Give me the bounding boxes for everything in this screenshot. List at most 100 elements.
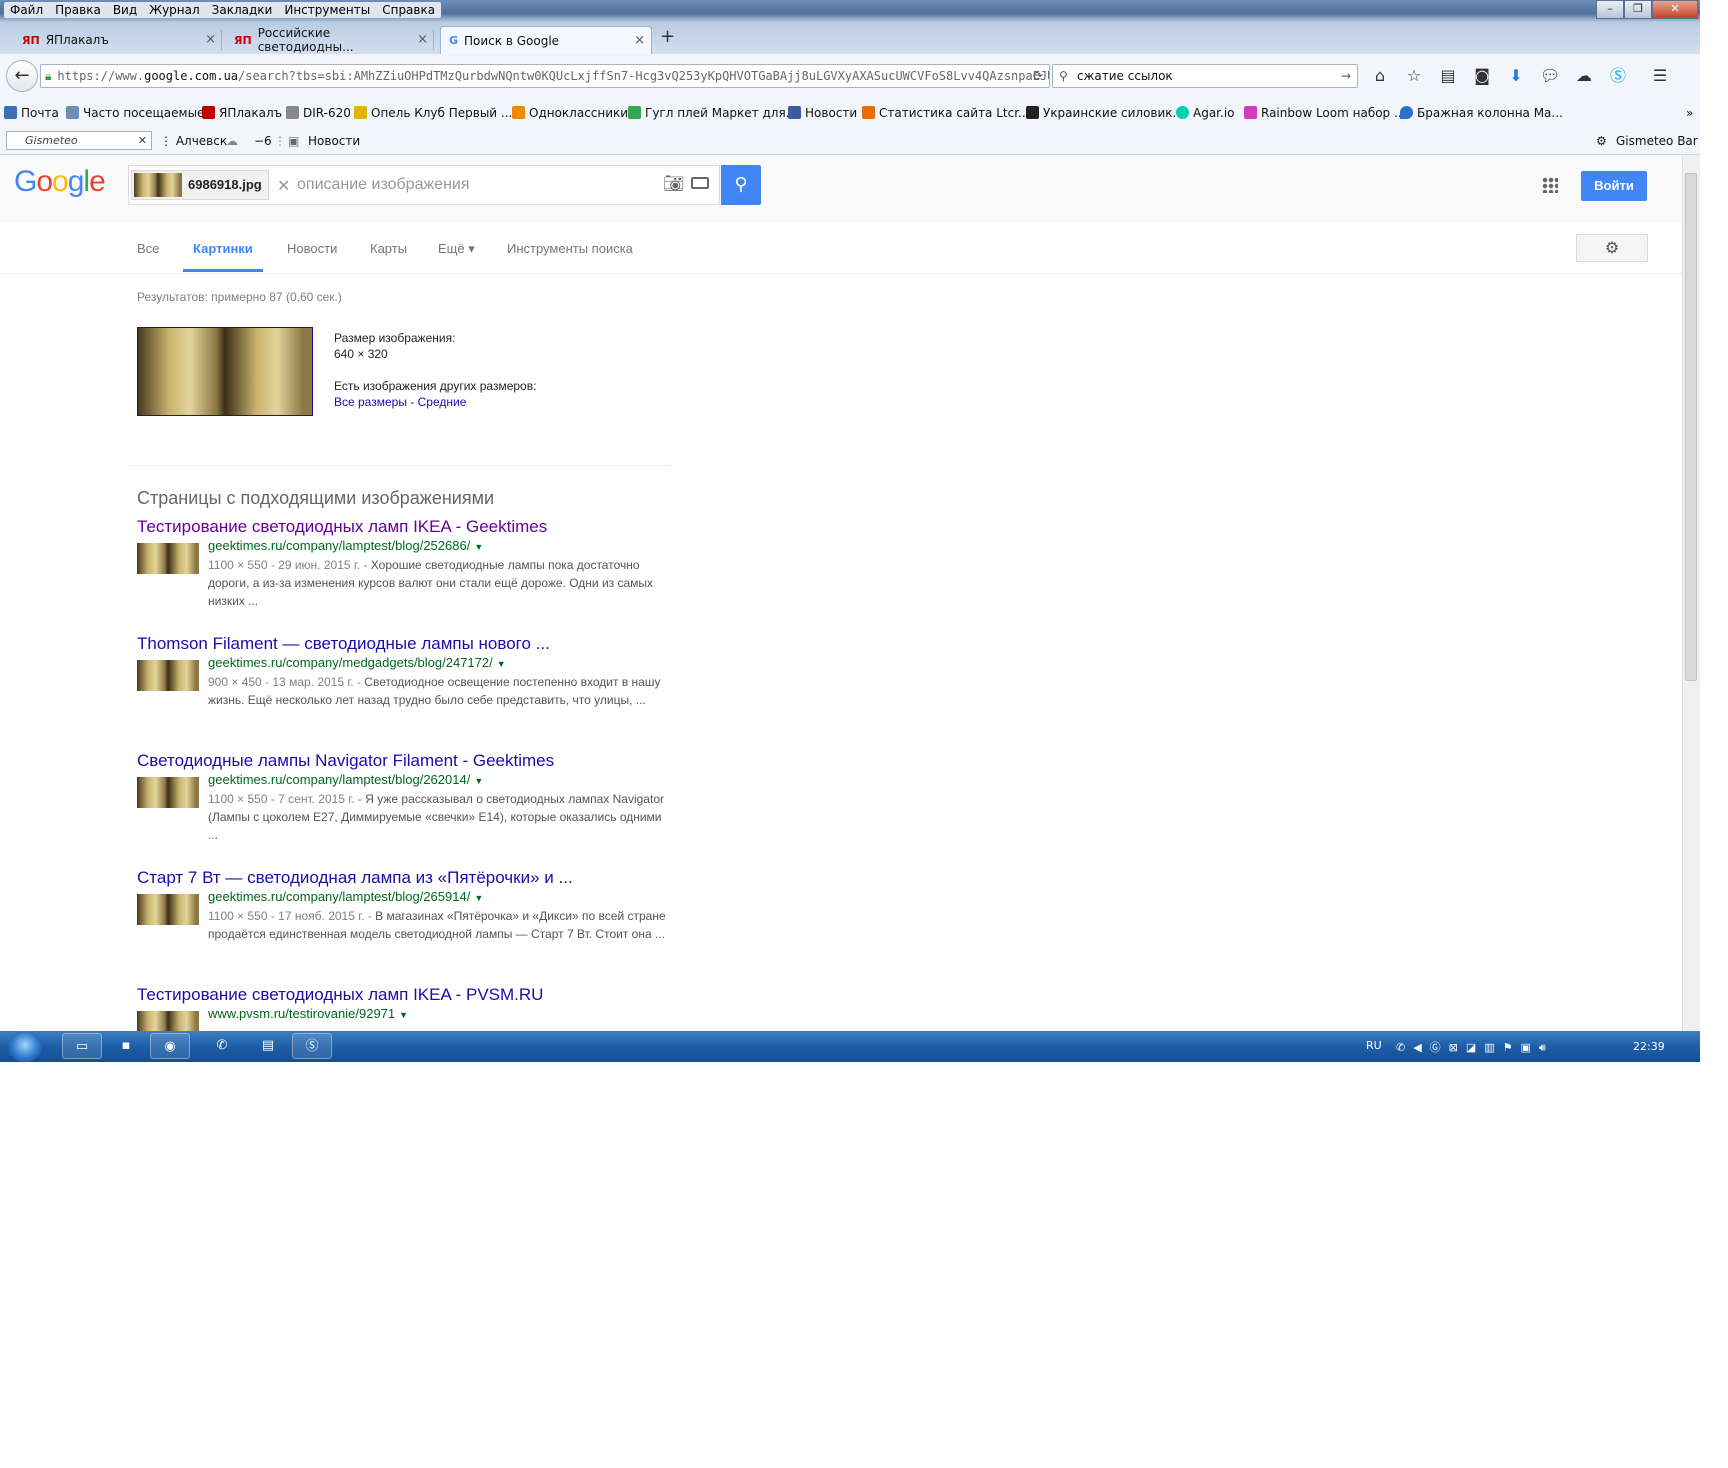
close-tab-icon[interactable]: × [205,32,216,47]
uploaded-image-chip[interactable]: 6986918.jpg [131,170,269,200]
menu-bookmarks[interactable]: Закладки [206,2,279,18]
firefox-icon[interactable]: ◉ [150,1033,190,1059]
search-button[interactable]: ⚲ [721,165,761,205]
clock[interactable]: 22:39 [1633,1040,1665,1053]
dropdown-arrow-icon[interactable]: ▼ [474,893,483,903]
home-icon[interactable]: ⌂ [1370,66,1390,86]
bookmark-item[interactable]: Статистика сайта Ltcr... [862,106,1030,120]
close-tab-icon[interactable]: × [417,32,428,47]
search-go-icon[interactable]: → [1341,65,1351,87]
gismeteo-bar-label[interactable]: Gismeteo Bar [1616,134,1698,148]
gear-icon[interactable]: ⚙ [1596,134,1607,148]
cloud-icon[interactable]: ☁ [1574,66,1594,86]
bookmark-item[interactable]: Бражная колонна Ма... [1400,106,1563,120]
result-title[interactable]: Светодиодные лампы Navigator Filament - … [137,751,697,771]
apps-grid-icon[interactable] [1542,177,1558,193]
result-title[interactable]: Старт 7 Вт — светодиодная лампа из «Пятё… [137,868,697,888]
minimize-button[interactable]: – [1596,0,1624,19]
image-search-box[interactable]: 6986918.jpg ✕ описание изображения 📷︎ [128,165,720,205]
result-title[interactable]: Thomson Filament — светодиодные лампы но… [137,634,697,654]
gismeteo-field[interactable]: Gismeteo ✕ [6,131,152,150]
camera-icon[interactable]: 📷︎ [663,174,685,194]
bookmark-item[interactable]: Гугл плей Маркет для... [628,106,797,120]
gismeteo-news[interactable]: Новости [308,134,360,148]
skype-icon[interactable]: Ⓢ [1608,66,1628,86]
menu-tools[interactable]: Инструменты [278,2,376,18]
reading-list-icon[interactable]: ▤ [1438,66,1458,86]
tab-yaplakal[interactable]: ЯП ЯПлакалъ × [14,26,222,54]
viber-icon[interactable]: ✆ [202,1033,242,1059]
close-window-button[interactable]: ✕ [1652,0,1698,19]
notepad-icon[interactable]: ▤ [248,1033,288,1059]
query-image[interactable] [137,327,313,416]
bookmark-item[interactable]: Rainbow Loom набор ... [1244,106,1405,120]
chat-icon[interactable]: 💬︎ [1540,66,1560,86]
result-url-text[interactable]: geektimes.ru/company/medgadgets/blog/247… [208,655,493,670]
bookmark-item[interactable]: Украинские силовик... [1026,106,1184,120]
browser-search-input[interactable]: ⚲ сжатие ссылок → [1052,64,1358,88]
bookmark-star-icon[interactable]: ☆ [1404,66,1424,86]
close-tab-icon[interactable]: × [634,33,645,48]
scrollbar-thumb[interactable] [1685,173,1697,681]
result-url-text[interactable]: geektimes.ru/company/lamptest/blog/25268… [208,538,470,553]
dropdown-arrow-icon[interactable]: ▼ [399,1010,408,1020]
pocket-icon[interactable]: ◙ [1472,66,1492,86]
weather-city[interactable]: ⋮ Алчевск [160,134,227,148]
menu-view[interactable]: Вид [107,2,143,18]
result-url-text[interactable]: geektimes.ru/company/lamptest/blog/26201… [208,772,470,787]
tab-all[interactable]: Все [137,241,159,256]
medium-sizes-link[interactable]: Средние [418,395,467,409]
result-thumbnail[interactable] [137,894,199,925]
tab-images[interactable]: Картинки [193,241,253,256]
result-url-text[interactable]: www.pvsm.ru/testirovanie/92971 [208,1006,395,1021]
address-bar[interactable]: 🔒︎ https://www.google.com.ua/search?tbs=s… [40,64,1050,88]
bookmarks-overflow-icon[interactable]: » [1686,106,1693,120]
dropdown-arrow-icon[interactable]: ▼ [497,659,506,669]
search-placeholder[interactable]: описание изображения [297,176,470,194]
tab-maps[interactable]: Карты [370,241,407,256]
tab-search-tools[interactable]: Инструменты поиска [507,241,633,256]
close-icon[interactable]: ✕ [138,132,147,149]
sign-in-button[interactable]: Войти [1581,171,1647,201]
result-url-text[interactable]: geektimes.ru/company/lamptest/blog/26591… [208,889,470,904]
result-thumbnail[interactable] [137,777,199,808]
show-desktop-icon[interactable]: ▭ [62,1033,102,1059]
dropdown-arrow-icon[interactable]: ▼ [474,776,483,786]
menu-file[interactable]: Файл [4,2,49,18]
result-title[interactable]: Тестирование светодиодных ламп IKEA - Ge… [137,517,697,537]
result-thumbnail[interactable] [137,1011,199,1031]
menu-icon[interactable]: ☰ [1650,66,1670,86]
remove-image-icon[interactable]: ✕ [277,176,290,195]
maximize-button[interactable]: ❐ [1624,0,1652,19]
back-button[interactable]: ← [6,60,38,92]
tray-icons[interactable]: ✆◀Ⓖ⊠◪▥⚑▣🔊︎ [1396,1039,1554,1055]
tab-google-search[interactable]: G Поиск в Google × [440,26,652,54]
keyboard-icon[interactable] [691,177,709,189]
dropdown-arrow-icon[interactable]: ▼ [474,542,483,552]
bookmark-item[interactable]: Почта [4,106,59,120]
all-sizes-link[interactable]: Все размеры [334,395,407,409]
save-icon[interactable]: ▪ [106,1033,146,1059]
bookmark-item[interactable]: Опель Клуб Первый ... [354,106,512,120]
google-logo[interactable]: Google [14,165,106,199]
menu-edit[interactable]: Правка [49,2,107,18]
skype-taskbar-icon[interactable]: Ⓢ [292,1033,332,1059]
bookmark-item[interactable]: Часто посещаемые [66,106,204,120]
result-title[interactable]: Тестирование светодиодных ламп IKEA - PV… [137,985,697,1005]
bookmark-item[interactable]: DIR-620 [286,106,351,120]
vertical-scrollbar[interactable] [1682,155,1700,1031]
new-tab-button[interactable]: + [660,26,675,47]
result-thumbnail[interactable] [137,543,199,574]
tab-news[interactable]: Новости [287,241,337,256]
bookmark-item[interactable]: Agar.io [1176,106,1235,120]
menu-help[interactable]: Справка [376,2,441,18]
menu-history[interactable]: Журнал [143,2,206,18]
result-thumbnail[interactable] [137,660,199,691]
bookmark-item[interactable]: Одноклассники [512,106,628,120]
tab-more[interactable]: Ещё ▾ [438,241,475,257]
settings-button[interactable]: ⚙ [1576,234,1648,262]
bookmark-item[interactable]: Новости [788,106,857,120]
download-icon[interactable]: ⬇ [1506,66,1526,86]
bookmark-item[interactable]: ЯПлакалъ [202,106,282,120]
reload-icon[interactable]: ⟳ [1033,65,1043,87]
